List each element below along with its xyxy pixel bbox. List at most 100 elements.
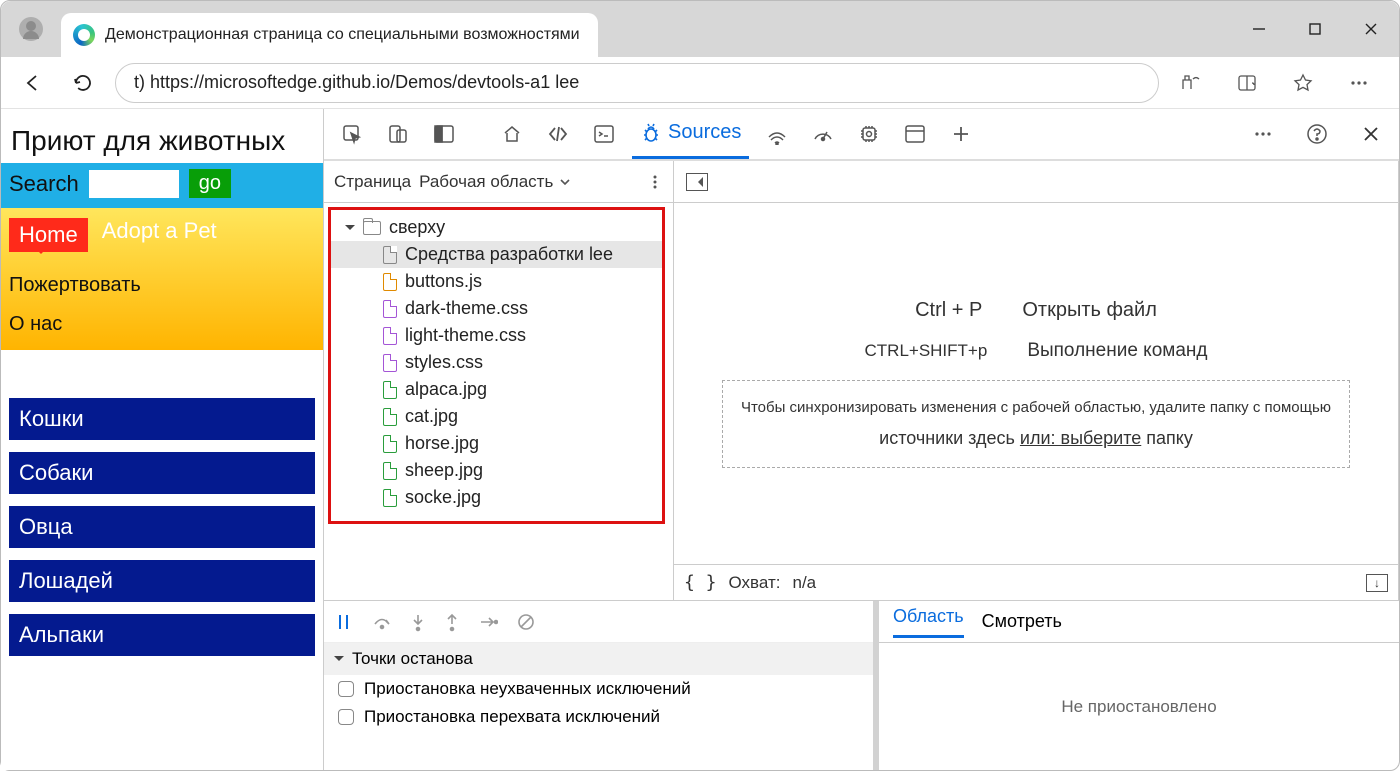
main-area: Приют для животных Search go Home Adopt … (1, 109, 1399, 770)
debug-drawer: Точки останова Приостановка неухваченных… (324, 600, 1399, 770)
run-cmd-key: CTRL+SHIFT+p (865, 341, 988, 361)
device-icon[interactable] (380, 116, 416, 152)
pretty-print-icon[interactable]: { } (684, 572, 717, 593)
tree-file-label: buttons.js (405, 271, 482, 292)
frame-icon (363, 221, 381, 235)
browser-window: Демонстрационная страница со специальным… (0, 0, 1400, 771)
scope-tab[interactable]: Область (893, 606, 964, 638)
search-label: Search (9, 171, 79, 197)
pause-caught-row[interactable]: Приостановка перехвата исключений (324, 703, 873, 731)
editor-footer: { } Охват: n/a (674, 564, 1398, 600)
file-icon (383, 354, 397, 372)
nav-adopt[interactable]: Adopt a Pet (102, 218, 217, 244)
reader-icon[interactable] (1229, 65, 1265, 101)
category-item[interactable]: Собаки (9, 452, 315, 494)
tree-file-label: alpaca.jpg (405, 379, 487, 400)
pause-icon[interactable] (334, 612, 354, 632)
refresh-button[interactable] (65, 65, 101, 101)
step-icon[interactable] (478, 614, 498, 630)
category-item[interactable]: Лошадей (9, 560, 315, 602)
search-input[interactable] (89, 170, 179, 198)
sync-line-1: Чтобы синхронизировать изменения с рабоч… (741, 399, 1331, 416)
file-icon (383, 381, 397, 399)
more-icon[interactable] (1341, 65, 1377, 101)
tree-top[interactable]: сверху (331, 214, 662, 241)
step-into-icon[interactable] (410, 612, 426, 632)
tree-file-label: sheep.jpg (405, 460, 483, 481)
tree-file[interactable]: styles.css (331, 349, 662, 376)
tree-file[interactable]: horse.jpg (331, 430, 662, 457)
pause-uncaught-row[interactable]: Приостановка неухваченных исключений (324, 675, 873, 703)
devtools-help-icon[interactable] (1299, 116, 1335, 152)
tree-file[interactable]: dark-theme.css (331, 295, 662, 322)
category-item[interactable]: Овца (9, 506, 315, 548)
tree-file[interactable]: cat.jpg (331, 403, 662, 430)
devtools-more-icon[interactable] (1245, 116, 1281, 152)
navigator-page-tab[interactable]: Страница (334, 172, 411, 192)
tree-file[interactable]: light-theme.css (331, 322, 662, 349)
debug-right: Область Смотреть Не приостановлено (879, 601, 1399, 770)
elements-tab-icon[interactable] (540, 116, 576, 152)
collapse-sidebar-icon[interactable] (686, 173, 708, 191)
welcome-tab-icon[interactable] (494, 116, 530, 152)
sync-select-link[interactable]: или: выберите (1020, 428, 1141, 448)
breakpoints-header[interactable]: Точки останова (324, 643, 873, 675)
memory-tab-icon[interactable] (851, 116, 887, 152)
page-title: Приют для животных (1, 109, 323, 163)
checkbox-icon[interactable] (338, 709, 354, 725)
application-tab-icon[interactable] (897, 116, 933, 152)
debug-toolbar (324, 601, 873, 643)
category-item[interactable]: Кошки (9, 398, 315, 440)
sources-tab-label: Sources (668, 121, 741, 144)
maximize-button[interactable] (1287, 1, 1343, 57)
tree-file[interactable]: sheep.jpg (331, 457, 662, 484)
favorite-icon[interactable] (1285, 65, 1321, 101)
category-item[interactable]: Альпаки (9, 614, 315, 656)
watch-tab[interactable]: Смотреть (982, 611, 1062, 632)
triangle-down-icon (334, 656, 344, 666)
nav-donate[interactable]: Пожертвовать (9, 274, 315, 297)
editor-toolbar (674, 161, 1398, 203)
read-aloud-icon[interactable] (1173, 65, 1209, 101)
inspect-icon[interactable] (334, 116, 370, 152)
category-list: Кошки Собаки Овца Лошадей Альпаки (1, 398, 323, 656)
tree-file[interactable]: buttons.js (331, 268, 662, 295)
performance-tab-icon[interactable] (805, 116, 841, 152)
tree-file[interactable]: socke.jpg (331, 484, 662, 511)
step-over-icon[interactable] (372, 612, 392, 632)
go-button[interactable]: go (189, 169, 231, 198)
minimize-button[interactable] (1231, 1, 1287, 57)
navigator-workspace-tab[interactable]: Рабочая область (419, 172, 553, 192)
titlebar: Демонстрационная страница со специальным… (1, 1, 1399, 57)
navigator-more-icon[interactable] (647, 174, 663, 190)
network-tab-icon[interactable] (759, 116, 795, 152)
browser-tab[interactable]: Демонстрационная страница со специальным… (61, 13, 598, 57)
back-button[interactable] (15, 65, 51, 101)
open-file-key: Ctrl + P (915, 299, 982, 322)
nav-about[interactable]: О нас (9, 313, 315, 336)
devtools-tabs: Sources (324, 109, 1399, 161)
tree-file-label: socke.jpg (405, 487, 481, 508)
file-icon (383, 327, 397, 345)
download-icon[interactable] (1366, 574, 1388, 592)
window-controls (1231, 1, 1399, 57)
deactivate-breakpoints-icon[interactable] (516, 612, 536, 632)
chevron-down-icon[interactable] (559, 176, 571, 188)
console-tab-icon[interactable] (586, 116, 622, 152)
not-paused-label: Не приостановлено (879, 643, 1399, 770)
nav-home[interactable]: Home (9, 218, 88, 252)
panel-icon[interactable] (426, 116, 462, 152)
tree-index[interactable]: Средства разработки lee (331, 241, 662, 268)
checkbox-icon[interactable] (338, 681, 354, 697)
url-input[interactable]: t) https://microsoftedge.github.io/Demos… (115, 63, 1159, 103)
breakpoints-header-label: Точки останова (352, 649, 473, 669)
close-button[interactable] (1343, 1, 1399, 57)
profile-avatar-icon[interactable] (19, 17, 43, 41)
devtools-close-icon[interactable] (1353, 116, 1389, 152)
triangle-down-icon (345, 225, 355, 235)
tree-file[interactable]: alpaca.jpg (331, 376, 662, 403)
step-out-icon[interactable] (444, 612, 460, 632)
workspace-sync-hint: Чтобы синхронизировать изменения с рабоч… (722, 380, 1350, 468)
add-tab-icon[interactable] (943, 116, 979, 152)
sources-tab[interactable]: Sources (632, 109, 749, 159)
